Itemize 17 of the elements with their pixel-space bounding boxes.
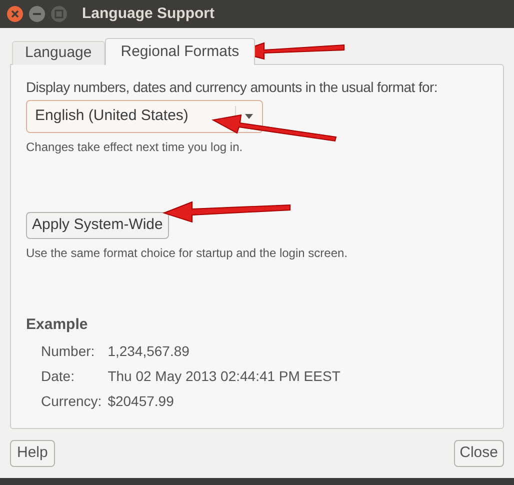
- example-heading: Example: [26, 315, 88, 335]
- tab[interactable]: Language: [12, 41, 105, 65]
- window-title: Language Support: [82, 4, 214, 24]
- apply-system-wide-button[interactable]: Apply System-Wide: [26, 212, 169, 239]
- format-dropdown[interactable]: English (United States): [26, 100, 263, 133]
- help-button[interactable]: Help: [10, 440, 55, 467]
- example-value: Thu 02 May 2013 02:44:41 PM EEST: [108, 366, 340, 386]
- example-value: 1,234,567.89: [108, 342, 190, 360]
- close-button[interactable]: Close: [454, 440, 504, 467]
- format-prompt: Display numbers, dates and currency amounts in the usual format for:: [26, 78, 438, 97]
- tab[interactable]: Regional Formats: [104, 38, 256, 65]
- example-value: $20457.99: [108, 392, 175, 410]
- example-label: Currency:: [41, 392, 102, 411]
- example-label: Number:: [41, 342, 96, 360]
- example-label: Date:: [41, 366, 76, 386]
- apply-hint: Use the same format choice for startup and the login screen.: [26, 245, 348, 262]
- format-hint: Changes take effect next time you log in.: [26, 139, 243, 156]
